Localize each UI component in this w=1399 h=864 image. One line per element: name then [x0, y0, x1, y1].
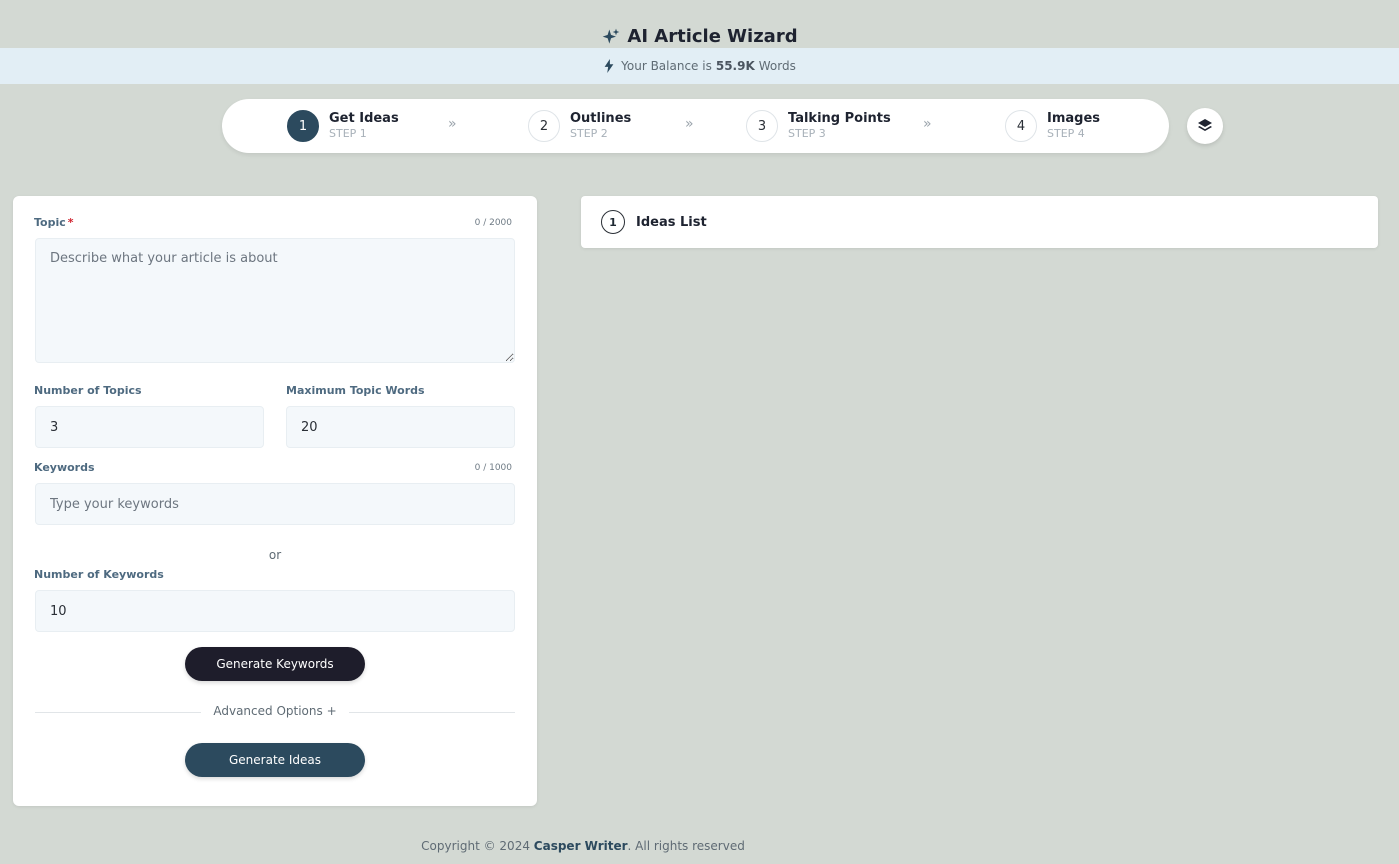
step-label: Talking Points: [788, 111, 891, 126]
bolt-icon: [604, 59, 614, 73]
ideas-list-title: Ideas List: [636, 214, 707, 230]
maximum-topic-words-input[interactable]: [286, 406, 515, 448]
step-number: 1: [287, 110, 319, 142]
number-of-topics-input[interactable]: [35, 406, 264, 448]
footer-rights: . All rights reserved: [627, 839, 745, 853]
ideas-list-number: 1: [601, 210, 625, 234]
topic-label: Topic *: [34, 216, 74, 229]
or-separator: or: [268, 548, 282, 562]
ideas-list-panel: 1 Ideas List: [581, 196, 1378, 248]
generate-keywords-button[interactable]: Generate Keywords: [185, 647, 365, 681]
wizard-stepper: 1 Get Ideas STEP 1 » 2 Outlines STEP 2 »…: [222, 99, 1169, 153]
app-title-text: AI Article Wizard: [627, 26, 798, 47]
balance-bar: Your Balance is 55.9K Words: [0, 48, 1399, 84]
step-images[interactable]: 4 Images STEP 4: [1005, 110, 1100, 142]
get-ideas-form: Topic* 0 / 2000 Number of Topics Maximum…: [13, 196, 537, 806]
step-sub: STEP 4: [1047, 127, 1085, 140]
footer: Copyright © 2024 Casper Writer. All righ…: [0, 839, 1166, 853]
app-title: AI Article Wizard: [0, 26, 1399, 47]
step-sub: STEP 3: [788, 127, 826, 140]
step-number: 4: [1005, 110, 1037, 142]
step-sub: STEP 2: [570, 127, 608, 140]
chevron-double-right-icon: »: [923, 116, 931, 132]
required-mark: *: [67, 216, 74, 229]
step-sub: STEP 1: [329, 127, 367, 140]
topic-label-text: Topic: [34, 216, 66, 229]
balance-prefix: Your Balance is: [621, 59, 712, 73]
number-of-keywords-input[interactable]: [35, 590, 515, 632]
step-outlines[interactable]: 2 Outlines STEP 2: [528, 110, 631, 142]
balance-suffix: Words: [758, 59, 796, 73]
advanced-options-label: Advanced Options +: [213, 704, 337, 718]
step-label: Outlines: [570, 111, 632, 126]
step-label: Images: [1047, 111, 1101, 126]
sparkles-icon: [603, 28, 620, 44]
number-of-keywords-label: Number of Keywords: [34, 568, 164, 581]
step-talking-points[interactable]: 3 Talking Points STEP 3: [746, 110, 891, 142]
layers-icon: [1198, 119, 1212, 131]
maximum-topic-words-label: Maximum Topic Words: [286, 384, 425, 397]
layers-button[interactable]: [1187, 108, 1223, 144]
chevron-double-right-icon: »: [685, 116, 693, 132]
keywords-input[interactable]: [35, 483, 515, 525]
footer-copyright: Copyright © 2024: [421, 839, 530, 853]
generate-ideas-button[interactable]: Generate Ideas: [185, 743, 365, 777]
keywords-counter: 0 / 1000: [474, 463, 512, 473]
advanced-options-toggle[interactable]: Advanced Options +: [13, 704, 537, 718]
keywords-label: Keywords: [34, 461, 95, 474]
number-of-topics-label: Number of Topics: [34, 384, 142, 397]
step-number: 3: [746, 110, 778, 142]
footer-brand-link[interactable]: Casper Writer: [534, 839, 628, 853]
topic-textarea[interactable]: [35, 238, 515, 363]
balance-amount: 55.9K: [715, 59, 755, 73]
chevron-double-right-icon: »: [448, 116, 456, 132]
step-label: Get Ideas: [329, 111, 399, 126]
step-get-ideas[interactable]: 1 Get Ideas STEP 1: [287, 110, 399, 142]
step-number: 2: [528, 110, 560, 142]
topic-counter: 0 / 2000: [474, 218, 512, 228]
